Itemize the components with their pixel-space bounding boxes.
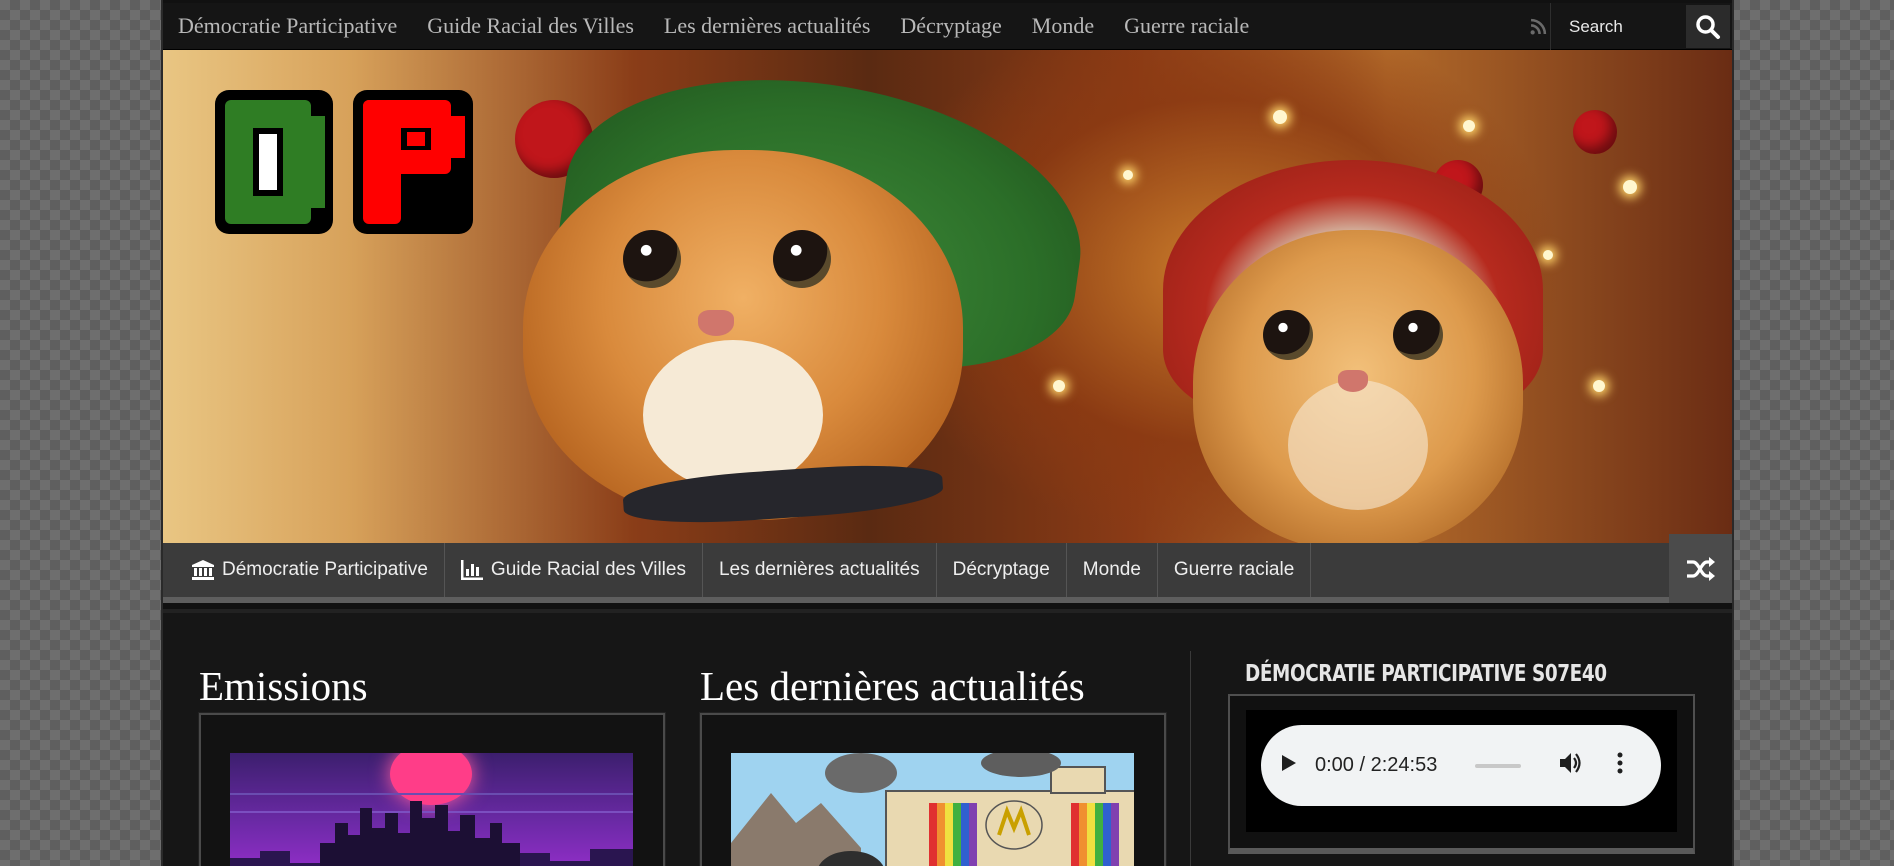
light: [1053, 380, 1065, 392]
rainbow-flag-right: [1071, 803, 1119, 866]
podcast-widget: 0:00 / 2:24:53: [1228, 694, 1695, 854]
cartoon-embassy: [731, 753, 1134, 866]
main-nav-label: Démocratie Participative: [222, 559, 428, 580]
top-nav: Démocratie Participative Guide Racial de…: [163, 3, 1732, 50]
search-input[interactable]: [1551, 6, 1686, 47]
cat-right: [1193, 230, 1523, 543]
main-nav: Démocratie Participative Guide Racial de…: [163, 534, 1732, 603]
content-area: Emissions Les dernières actualités DÉMOC…: [163, 609, 1732, 866]
emissions-card[interactable]: [199, 713, 665, 866]
search-box: [1550, 3, 1730, 50]
top-nav-item-monde[interactable]: Monde: [1017, 13, 1109, 39]
emissions-thumbnail[interactable]: [230, 753, 633, 866]
top-nav-item-democratie[interactable]: Démocratie Participative: [163, 13, 412, 39]
bar-chart-icon: [460, 560, 483, 580]
light: [1593, 380, 1605, 392]
audio-player-frame: 0:00 / 2:24:53: [1246, 710, 1677, 832]
city-skyline: [230, 801, 633, 866]
page-wrapper: Démocratie Participative Guide Racial de…: [163, 0, 1732, 866]
emissions-title: Emissions: [199, 663, 368, 709]
main-nav-item-actualites[interactable]: Les dernières actualités: [703, 543, 937, 597]
latest-news-title: Les dernières actualités: [700, 663, 1085, 709]
light: [1273, 110, 1287, 124]
main-nav-label: Guerre raciale: [1173, 559, 1295, 580]
search-icon[interactable]: [1686, 5, 1730, 48]
light: [1463, 120, 1475, 132]
cat-left: [523, 150, 963, 520]
ornament: [1573, 110, 1617, 154]
main-nav-label: Décryptage: [952, 559, 1050, 580]
sidebar-divider: [1190, 651, 1191, 866]
more-options-icon[interactable]: [1617, 752, 1623, 779]
main-nav-label: Guide Racial des Villes: [490, 559, 686, 580]
audio-player: 0:00 / 2:24:53: [1261, 725, 1661, 806]
bank-icon: [192, 560, 214, 580]
main-nav-item-decryptage[interactable]: Décryptage: [937, 543, 1067, 597]
top-nav-item-guerre[interactable]: Guerre raciale: [1109, 13, 1264, 39]
site-logo[interactable]: [213, 88, 475, 236]
light: [1543, 250, 1553, 260]
top-nav-item-actualites[interactable]: Les dernières actualités: [649, 13, 885, 39]
latest-news-thumbnail[interactable]: [731, 753, 1134, 866]
main-nav-label: Les dernières actualités: [718, 559, 920, 580]
main-nav-item-democratie[interactable]: Démocratie Participative: [163, 543, 445, 597]
latest-news-card[interactable]: [700, 713, 1166, 866]
podcast-widget-title: Démocratie Participative S07E40: [1245, 661, 1607, 687]
rainbow-flag-left: [929, 803, 977, 866]
play-icon[interactable]: [1281, 754, 1297, 777]
shuffle-icon[interactable]: [1669, 534, 1732, 603]
main-nav-item-guerre[interactable]: Guerre raciale: [1158, 543, 1312, 597]
volume-icon[interactable]: [1559, 752, 1583, 779]
main-nav-label: Monde: [1082, 559, 1141, 580]
top-nav-item-decryptage[interactable]: Décryptage: [885, 13, 1016, 39]
audio-time: 0:00 / 2:24:53: [1315, 754, 1438, 776]
main-nav-item-guide[interactable]: Guide Racial des Villes: [445, 543, 703, 597]
light: [1123, 170, 1133, 180]
top-nav-item-guide[interactable]: Guide Racial des Villes: [412, 13, 649, 39]
main-nav-item-monde[interactable]: Monde: [1067, 543, 1158, 597]
audio-progress-bar[interactable]: [1475, 763, 1522, 768]
light: [1623, 180, 1637, 194]
header-banner: [163, 50, 1732, 543]
